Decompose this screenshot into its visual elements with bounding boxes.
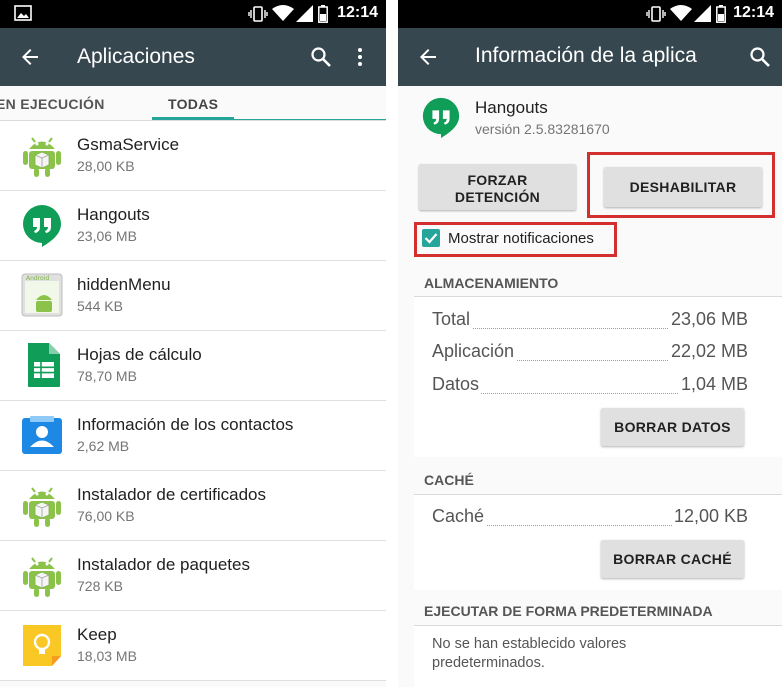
app-name: GsmaService	[77, 135, 180, 154]
back-arrow-icon[interactable]	[18, 45, 42, 69]
app-header: Hangouts versión 2.5.83281670	[398, 90, 782, 150]
page-title: Aplicaciones	[77, 45, 195, 68]
clear-cache-button[interactable]: BORRAR CACHÉ	[601, 540, 744, 578]
list-item[interactable]: Android hiddenMenu 544 KB	[0, 261, 386, 331]
battery-icon	[318, 5, 328, 23]
tab-all[interactable]: TODAS	[168, 96, 218, 112]
tab-bar: EN EJECUCIÓN TODAS	[0, 86, 386, 121]
app-size: 78,70 MB	[77, 368, 137, 384]
vibrate-icon	[646, 6, 666, 22]
list-item[interactable]: Información de los contactos 2,62 MB	[0, 401, 386, 471]
clock: 12:14	[337, 4, 378, 21]
row-label: Aplicación	[432, 341, 517, 362]
launch-default-note: No se han establecido valores predetermi…	[432, 636, 627, 671]
list-item[interactable]: Instalador de certificados 76,00 KB	[0, 471, 386, 541]
row-value: 22,02 MB	[668, 341, 748, 362]
screen-divider	[386, 0, 398, 687]
status-bar: 12:14	[0, 0, 386, 28]
app-name: Hangouts	[77, 205, 150, 224]
hangouts-icon	[422, 97, 460, 138]
app-name: Instalador de paquetes	[77, 555, 250, 574]
app-size: 23,06 MB	[77, 228, 137, 244]
clear-data-button[interactable]: BORRAR DATOS	[601, 408, 744, 446]
launch-default-header: EJECUTAR DE FORMA PREDETERMINADA	[424, 603, 713, 619]
list-item[interactable]: Hojas de cálculo 78,70 MB	[0, 331, 386, 401]
highlight-box-disable	[587, 152, 775, 218]
tab-indicator	[152, 117, 234, 120]
svg-text:Android: Android	[26, 275, 49, 282]
row-value: 23,06 MB	[668, 309, 748, 330]
force-stop-label-line1: FORZAR	[467, 172, 528, 188]
tab-running[interactable]: EN EJECUCIÓN	[0, 96, 105, 112]
app-name: Keep	[77, 625, 117, 644]
app-name: Hojas de cálculo	[77, 345, 202, 364]
force-stop-label-line2: DETENCIÓN	[454, 189, 541, 205]
list-item[interactable]: GsmaService 28,00 KB	[0, 121, 386, 191]
clock: 12:14	[733, 4, 774, 21]
app-size: 76,00 KB	[77, 508, 135, 524]
row-label: Datos	[432, 374, 482, 395]
app-size: 28,00 KB	[77, 158, 135, 174]
list-item[interactable]: Hangouts 23,06 MB	[0, 191, 386, 261]
keep-icon	[23, 625, 61, 666]
app-size: 544 KB	[77, 298, 123, 314]
hangouts-icon	[23, 205, 61, 247]
list-item[interactable]: Instalador de paquetes 728 KB	[0, 541, 386, 611]
app-info-screen: 12:14 Información de la aplica Hangouts …	[398, 0, 782, 687]
app-name: Información de los contactos	[77, 415, 294, 434]
sheets-icon	[28, 343, 60, 387]
app-bar: Aplicaciones	[0, 28, 386, 86]
android-icon	[23, 557, 61, 597]
wifi-icon	[670, 5, 692, 21]
highlight-box-notifications	[414, 222, 617, 257]
contacts-icon	[22, 416, 62, 454]
battery-icon	[716, 5, 726, 23]
list-item[interactable]: Keep 18,03 MB	[0, 611, 386, 681]
page-title: Información de la aplica	[475, 44, 697, 67]
app-version: versión 2.5.83281670	[475, 121, 610, 137]
storage-row-data: Datos 1,04 MB	[432, 374, 748, 398]
app-size: 2,62 MB	[77, 438, 130, 454]
app-name: Hangouts	[475, 98, 548, 117]
force-stop-button[interactable]: FORZAR DETENCIÓN	[419, 164, 576, 210]
android-icon	[23, 487, 61, 527]
signal-icon	[296, 5, 313, 22]
cache-row: Caché 12,00 KB	[432, 506, 748, 530]
image-notification-icon	[14, 5, 32, 21]
android-box-icon: Android	[21, 273, 63, 317]
apps-list-screen: 12:14 Aplicaciones EN EJECUCIÓN TODAS Gs…	[0, 0, 386, 687]
search-icon[interactable]	[748, 45, 772, 69]
storage-header: ALMACENAMIENTO	[424, 275, 559, 291]
row-value: 12,00 KB	[671, 506, 748, 527]
wifi-icon	[272, 5, 294, 21]
back-arrow-icon[interactable]	[416, 45, 440, 69]
tab-divider	[234, 119, 386, 120]
storage-row-app: Aplicación 22,02 MB	[432, 341, 748, 365]
app-list: GsmaService 28,00 KB Hangouts 23,06 MB A…	[0, 121, 386, 681]
cache-header: CACHÉ	[424, 472, 474, 488]
app-name: Instalador de certificados	[77, 485, 266, 504]
row-label: Total	[432, 309, 473, 330]
app-size: 18,03 MB	[77, 648, 137, 664]
status-bar: 12:14	[398, 0, 782, 28]
app-size: 728 KB	[77, 578, 123, 594]
row-value: 1,04 MB	[678, 374, 748, 395]
storage-row-total: Total 23,06 MB	[432, 309, 748, 333]
signal-icon	[694, 5, 711, 22]
vibrate-icon	[248, 6, 268, 22]
android-icon	[23, 137, 61, 177]
row-label: Caché	[432, 506, 487, 527]
app-bar: Información de la aplica	[398, 28, 782, 86]
app-name: hiddenMenu	[77, 275, 171, 294]
overflow-menu-icon[interactable]	[348, 45, 372, 69]
search-icon[interactable]	[309, 45, 333, 69]
